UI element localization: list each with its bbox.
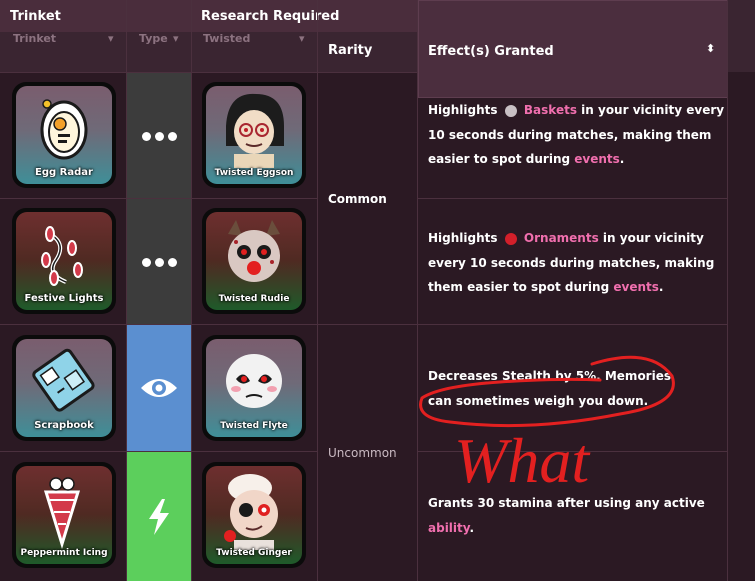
twisted-card-rudie[interactable]: Twisted Rudie (202, 208, 306, 314)
effect-text-part: Highlights (428, 231, 498, 245)
ellipsis-icon (140, 252, 179, 271)
eye-icon (141, 379, 177, 397)
header-research-required: Research Required (201, 9, 340, 24)
header-trinket-group: Trinket (10, 9, 61, 24)
ornament-icon (504, 232, 517, 245)
trinket-card-scrapbook[interactable]: Scrapbook (12, 335, 116, 441)
lightning-icon (149, 498, 169, 535)
trinket-name: Egg Radar (35, 167, 93, 178)
column-divider (417, 0, 418, 581)
twisted-name: Twisted Flyte (220, 421, 288, 431)
effect-text-part: Grants 30 stamina after using any active (428, 496, 705, 510)
sort-icon[interactable]: ▾ (108, 32, 114, 45)
effect-text: Highlights Baskets in your vicinity ever… (428, 98, 728, 172)
effect-text: Grants 30 stamina after using any active… (428, 491, 728, 540)
row-divider (418, 198, 728, 199)
trinket-name: Peppermint Icing (20, 548, 108, 558)
effect-link-ornaments[interactable]: Ornaments (524, 231, 599, 245)
trinket-name: Festive Lights (24, 293, 104, 304)
col-header-effects[interactable]: Effect(s) Granted (428, 44, 554, 59)
twisted-name: Twisted Eggson (214, 168, 294, 178)
twisted-card-flyte[interactable]: Twisted Flyte (202, 335, 306, 441)
effect-link-events[interactable]: events (613, 280, 659, 294)
type-cell (127, 325, 191, 451)
twisted-card-eggson[interactable]: Twisted Eggson (202, 82, 306, 188)
twisted-card-ginger[interactable]: Twisted Ginger (202, 462, 306, 568)
effect-text: Highlights Ornaments in your vicinity ev… (428, 226, 728, 300)
effect-text-part: . (658, 280, 664, 294)
effect-text-part: . (619, 152, 625, 166)
sort-icon[interactable]: ▾ (299, 32, 305, 45)
effect-link-ability[interactable]: ability (428, 521, 469, 535)
column-divider (191, 0, 192, 581)
annotation-circle (419, 355, 675, 428)
col-header-trinket[interactable]: Trinket (13, 32, 56, 45)
type-cell (127, 199, 191, 324)
basket-icon (504, 104, 517, 117)
type-cell (127, 452, 191, 581)
trinket-card-festive-lights[interactable]: Festive Lights (12, 208, 116, 314)
rarity-uncommon: Uncommon (328, 446, 397, 460)
twisted-name: Twisted Ginger (216, 548, 292, 558)
col-header-type[interactable]: Type (139, 32, 168, 45)
col-header-rarity[interactable]: Rarity (328, 43, 372, 58)
ellipsis-icon (140, 126, 179, 145)
trinket-card-peppermint-icing[interactable]: Peppermint Icing (12, 462, 116, 568)
annotation-text: What (454, 425, 591, 490)
rarity-common: Common (328, 192, 387, 206)
type-cell (127, 73, 191, 198)
col-header-twisted[interactable]: Twisted (203, 32, 250, 45)
twisted-name: Twisted Rudie (218, 294, 290, 304)
effect-link-events[interactable]: events (574, 152, 620, 166)
effect-text-part: Highlights (428, 103, 498, 117)
sort-icon[interactable]: ⬍ (706, 42, 715, 55)
row-divider (0, 324, 728, 325)
trinket-name: Scrapbook (34, 420, 94, 431)
effect-text-part: . (469, 520, 475, 535)
effect-link-baskets[interactable]: Baskets (524, 103, 577, 117)
column-divider (317, 0, 318, 581)
trinket-card-egg-radar[interactable]: Egg Radar (12, 82, 116, 188)
annotation-overlay: What (419, 355, 675, 490)
row-divider (0, 72, 418, 73)
sort-icon[interactable]: ▾ (173, 32, 179, 45)
